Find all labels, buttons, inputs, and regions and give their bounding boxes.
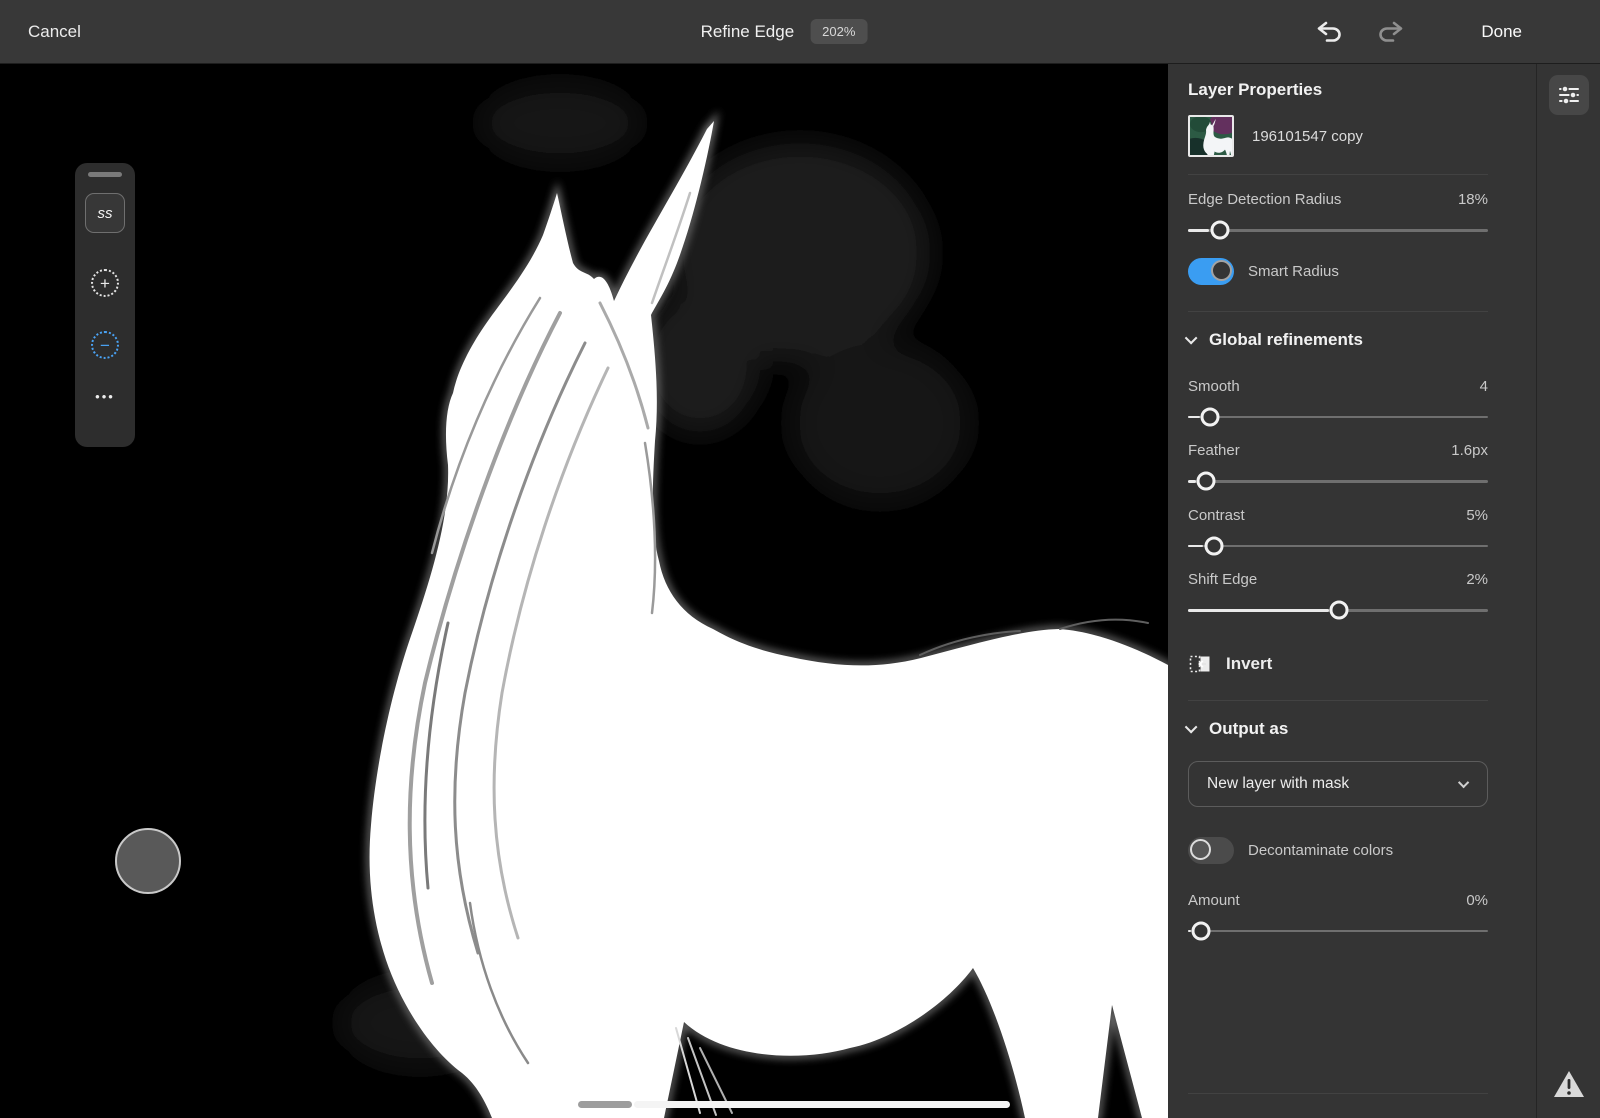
layer-properties-panel: Layer Properties 196101547 copy Edge Det… <box>1168 63 1536 1118</box>
smart-radius-label: Smart Radius <box>1248 263 1339 280</box>
canvas-scrollbar[interactable] <box>634 1101 1010 1108</box>
output-as-header[interactable]: Output as <box>1188 719 1488 739</box>
invert-button[interactable]: Invert <box>1188 652 1488 676</box>
edge-detection-slider[interactable] <box>1188 229 1488 232</box>
amount-slider[interactable] <box>1188 930 1488 933</box>
canvas-scrollbar-start[interactable] <box>578 1101 632 1108</box>
feather-value: 1.6px <box>1451 442 1488 459</box>
palette-drag-handle[interactable] <box>88 172 122 177</box>
shift-edge-value: 2% <box>1466 571 1488 588</box>
smooth-label: Smooth <box>1188 378 1240 395</box>
divider <box>1188 311 1488 312</box>
contrast-label: Contrast <box>1188 507 1245 524</box>
title-group: Refine Edge 202% <box>701 19 868 44</box>
feather-label: Feather <box>1188 442 1240 459</box>
smooth-slider-handle[interactable] <box>1200 407 1219 426</box>
invert-icon <box>1188 652 1212 676</box>
divider <box>1188 1093 1488 1094</box>
amount-label: Amount <box>1188 892 1240 909</box>
smart-radius-toggle[interactable] <box>1188 258 1234 285</box>
chevron-down-icon <box>1185 332 1198 345</box>
amount-slider-handle[interactable] <box>1191 921 1210 940</box>
properties-rail-button[interactable] <box>1549 75 1589 115</box>
more-tools-button[interactable]: ••• <box>95 389 115 404</box>
smooth-value: 4 <box>1480 378 1488 395</box>
undo-icon <box>1315 20 1345 44</box>
edge-detection-label: Edge Detection Radius <box>1188 191 1341 208</box>
refine-brush-tool[interactable]: ss <box>85 193 125 233</box>
toggle-knob <box>1211 260 1232 281</box>
layer-thumbnail[interactable] <box>1188 115 1234 157</box>
contrast-slider-handle[interactable] <box>1205 536 1224 555</box>
global-refinements-header[interactable]: Global refinements <box>1188 330 1488 350</box>
done-button[interactable]: Done <box>1481 22 1522 42</box>
divider <box>1188 174 1488 175</box>
decontaminate-colors-toggle[interactable] <box>1188 837 1234 864</box>
zoom-level-badge[interactable]: 202% <box>810 19 867 44</box>
output-dropdown-value: New layer with mask <box>1207 775 1349 793</box>
mask-preview-image <box>0 63 1168 1118</box>
layer-name: 196101547 copy <box>1252 128 1363 145</box>
shift-edge-slider-handle[interactable] <box>1329 601 1348 620</box>
cancel-button[interactable]: Cancel <box>28 22 81 42</box>
decontaminate-colors-label: Decontaminate colors <box>1248 842 1393 859</box>
adjustments-sliders-icon <box>1557 83 1581 107</box>
brush-cursor <box>115 828 181 894</box>
feather-slider[interactable] <box>1188 480 1488 483</box>
undo-button[interactable] <box>1313 19 1347 45</box>
global-refinements-title: Global refinements <box>1209 330 1363 350</box>
edge-detection-value: 18% <box>1458 191 1488 208</box>
output-dropdown[interactable]: New layer with mask <box>1188 761 1488 807</box>
top-bar: Cancel Refine Edge 202% Done <box>0 0 1600 63</box>
invert-label: Invert <box>1226 654 1272 674</box>
warning-icon[interactable] <box>1552 1069 1586 1104</box>
shift-edge-label: Shift Edge <box>1188 571 1257 588</box>
canvas[interactable]: ss + − ••• <box>0 63 1168 1118</box>
redo-icon <box>1375 20 1405 44</box>
chevron-down-icon <box>1458 776 1469 787</box>
amount-value: 0% <box>1466 892 1488 909</box>
edge-detection-slider-handle[interactable] <box>1210 221 1229 240</box>
toggle-knob <box>1190 839 1211 860</box>
feather-slider-handle[interactable] <box>1197 472 1216 491</box>
output-as-title: Output as <box>1209 719 1288 739</box>
add-selection-tool[interactable]: + <box>91 269 119 297</box>
redo-button[interactable] <box>1373 19 1407 45</box>
shift-edge-slider[interactable] <box>1188 609 1488 612</box>
mode-title: Refine Edge <box>701 22 795 42</box>
contrast-slider[interactable] <box>1188 545 1488 548</box>
divider <box>1188 700 1488 701</box>
subtract-selection-tool[interactable]: − <box>91 331 119 359</box>
layer-row[interactable]: 196101547 copy <box>1188 115 1488 157</box>
contrast-value: 5% <box>1466 507 1488 524</box>
refine-tool-palette[interactable]: ss + − ••• <box>75 163 135 447</box>
panel-title: Layer Properties <box>1188 80 1488 100</box>
right-rail <box>1536 63 1600 1118</box>
chevron-down-icon <box>1185 721 1198 734</box>
smooth-slider[interactable] <box>1188 416 1488 419</box>
